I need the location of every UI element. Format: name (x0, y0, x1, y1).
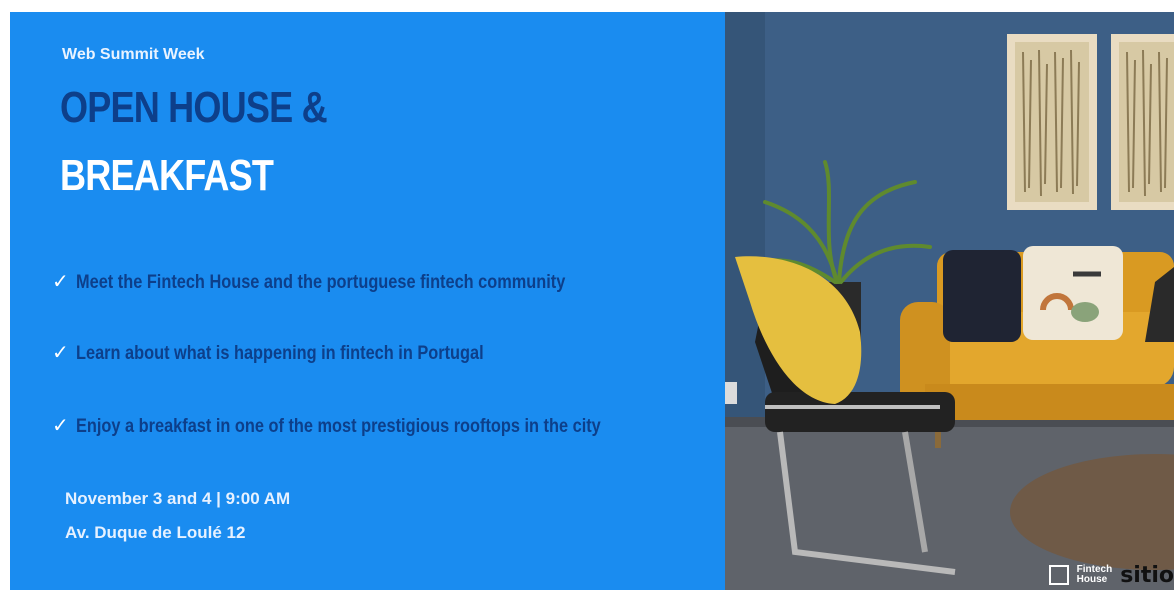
wall-art-left (1007, 34, 1097, 210)
fintech-house-line2: House (1076, 574, 1108, 585)
patterned-cushion (1023, 246, 1123, 340)
partner-logo: sitio (1120, 562, 1174, 588)
lounge-photo: Fintech House sitio (725, 12, 1174, 590)
event-title-line-1: OPEN HOUSE & (60, 83, 328, 132)
highlight-text: Enjoy a breakfast in one of the most pre… (76, 416, 601, 437)
check-icon: ✓ (52, 269, 69, 293)
event-address: Av. Duque de Loulé 12 (65, 523, 246, 542)
highlight-item: ✓ Enjoy a breakfast in one of the most pr… (52, 413, 686, 438)
fintech-house-logo-text: Fintech House (1077, 565, 1113, 585)
check-icon: ✓ (52, 413, 69, 437)
check-icon: ✓ (52, 340, 69, 364)
navy-cushion (943, 250, 1021, 342)
highlight-item: ✓ Meet the Fintech House and the portugue… (52, 269, 645, 294)
fintech-house-logo-icon (1048, 565, 1069, 585)
event-title-line-2: BREAKFAST (60, 151, 274, 200)
highlight-item: ✓ Learn about what is happening in fintec… (52, 340, 550, 365)
event-date-time: November 3 and 4 | 9:00 AM (65, 489, 291, 508)
highlight-text: Learn about what is happening in fintech… (76, 343, 484, 364)
sponsor-logos: Fintech House sitio (1048, 560, 1174, 590)
wall-art-right (1111, 34, 1174, 210)
event-eyebrow: Web Summit Week (62, 46, 205, 63)
wall-shadow (725, 12, 765, 442)
wall-socket (725, 382, 737, 404)
lounge-illustration (725, 12, 1174, 590)
highlight-text: Meet the Fintech House and the portugues… (76, 272, 566, 293)
